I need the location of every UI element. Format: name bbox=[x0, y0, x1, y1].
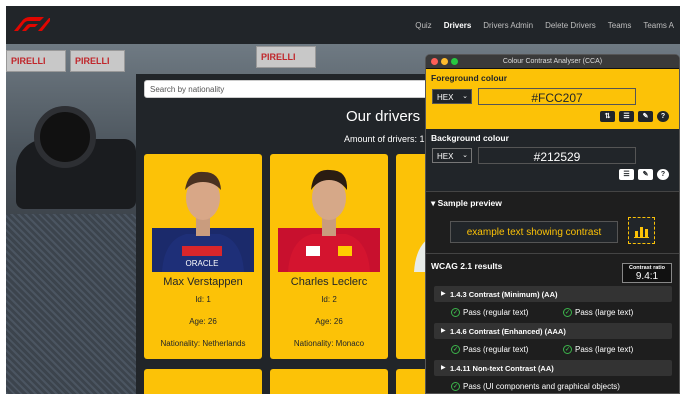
eyedropper-icon[interactable]: ✎ bbox=[638, 169, 653, 180]
browser-viewport: Quiz Drivers Drivers Admin Delete Driver… bbox=[6, 6, 680, 394]
pass-result: ✓ Pass (large text) bbox=[563, 345, 634, 355]
driver-card[interactable] bbox=[144, 369, 262, 394]
nav-teams[interactable]: Teams bbox=[602, 21, 638, 30]
pirelli-banner: PIRELLI bbox=[6, 50, 66, 72]
foreground-hex-input[interactable]: #FCC207 bbox=[478, 88, 636, 105]
navbar: Quiz Drivers Drivers Admin Delete Driver… bbox=[6, 6, 680, 44]
criterion-toggle[interactable]: ▶ 1.4.11 Non-text Contrast (AA) bbox=[434, 360, 672, 376]
window-title: Colour Contrast Analyser (CCA) bbox=[502, 58, 603, 65]
swap-colours-icon[interactable]: ⇅ bbox=[600, 111, 615, 122]
nav-teams-admin[interactable]: Teams A bbox=[637, 21, 680, 30]
driver-card[interactable]: Charles Leclerc Id: 2 Age: 26 Nationalit… bbox=[270, 154, 388, 359]
nav-links: Quiz Drivers Drivers Admin Delete Driver… bbox=[409, 6, 680, 44]
triangle-right-icon: ▶ bbox=[441, 365, 446, 371]
foreground-format-select[interactable]: HEX ⌄ bbox=[432, 89, 472, 104]
pass-result: ✓ Pass (UI components and graphical objec… bbox=[451, 382, 620, 392]
driver-nationality: Nationality: Monaco bbox=[293, 339, 365, 348]
contrast-ratio-value: 9.4:1 bbox=[635, 271, 659, 282]
criterion-toggle[interactable]: ▶ 1.4.3 Contrast (Minimum) (AA) bbox=[434, 286, 672, 302]
driver-photo: ORACLE bbox=[152, 171, 254, 272]
driver-name: Max Verstappen bbox=[163, 276, 243, 288]
pass-result: ✓ Pass (regular text) bbox=[451, 308, 529, 318]
format-value: HEX bbox=[437, 152, 454, 161]
pirelli-banner: PIRELLI bbox=[256, 46, 316, 68]
driver-card[interactable]: ORACLE Max Verstappen Id: 1 Age: 26 Nati… bbox=[144, 154, 262, 359]
sliders-icon[interactable]: ☰ bbox=[619, 111, 634, 122]
drivers-count: Amount of drivers: 1 bbox=[344, 134, 425, 144]
nav-drivers[interactable]: Drivers bbox=[438, 21, 478, 30]
sample-preview-label: Sample preview bbox=[437, 198, 502, 208]
triangle-right-icon: ▶ bbox=[441, 291, 446, 297]
driver-id: Id: 2 bbox=[321, 295, 337, 304]
search-input[interactable]: Search by nationality bbox=[144, 80, 444, 98]
window-titlebar[interactable]: Colour Contrast Analyser (CCA) bbox=[426, 55, 679, 69]
eyedropper-icon[interactable]: ✎ bbox=[638, 111, 653, 122]
driver-age: Age: 26 bbox=[189, 317, 217, 326]
criterion-title: 1.4.6 Contrast (Enhanced) (AAA) bbox=[450, 327, 566, 336]
sample-preview-toggle[interactable]: ▾ Sample preview bbox=[431, 198, 502, 209]
chart-preview-icon[interactable] bbox=[628, 217, 655, 244]
pass-result: ✓ Pass (large text) bbox=[563, 308, 634, 318]
check-circle-icon: ✓ bbox=[451, 308, 460, 318]
nav-delete-drivers[interactable]: Delete Drivers bbox=[539, 21, 602, 30]
driver-card[interactable] bbox=[270, 369, 388, 394]
check-circle-icon: ✓ bbox=[563, 308, 572, 318]
criterion-toggle[interactable]: ▶ 1.4.6 Contrast (Enhanced) (AAA) bbox=[434, 323, 672, 339]
triangle-right-icon: ▶ bbox=[441, 328, 446, 334]
format-value: HEX bbox=[437, 93, 454, 102]
chevron-down-icon: ⌄ bbox=[462, 93, 468, 100]
criterion-title: 1.4.11 Non-text Contrast (AA) bbox=[450, 364, 554, 373]
check-circle-icon: ✓ bbox=[451, 382, 460, 392]
driver-nationality: Nationality: Netherlands bbox=[160, 339, 246, 348]
chevron-down-icon: ⌄ bbox=[462, 152, 468, 159]
wcag-results-label: WCAG 2.1 results bbox=[431, 261, 503, 271]
foreground-label: Foreground colour bbox=[431, 73, 508, 83]
check-circle-icon: ✓ bbox=[451, 345, 460, 355]
divider bbox=[426, 191, 679, 192]
background-format-select[interactable]: HEX ⌄ bbox=[432, 148, 472, 163]
contrast-ratio-box: Contrast ratio 9.4:1 bbox=[622, 263, 672, 283]
pass-result: ✓ Pass (regular text) bbox=[451, 345, 529, 355]
nav-drivers-admin[interactable]: Drivers Admin bbox=[477, 21, 539, 30]
driver-id: Id: 1 bbox=[195, 295, 211, 304]
sliders-icon[interactable]: ☰ bbox=[619, 169, 634, 180]
check-circle-icon: ✓ bbox=[563, 345, 572, 355]
help-icon[interactable]: ? bbox=[657, 169, 669, 180]
svg-text:ORACLE: ORACLE bbox=[186, 259, 219, 268]
driver-name: Charles Leclerc bbox=[290, 276, 368, 288]
nav-quiz[interactable]: Quiz bbox=[409, 21, 437, 30]
divider bbox=[426, 253, 679, 254]
f1-logo[interactable] bbox=[14, 17, 50, 31]
background-hex-input[interactable]: #212529 bbox=[478, 147, 636, 164]
help-icon[interactable]: ? bbox=[657, 111, 669, 122]
background-section: Background colour HEX ⌄ #212529 ☰ ✎ ? bbox=[426, 129, 679, 191]
sample-preview-text: example text showing contrast bbox=[450, 221, 618, 243]
car-wheel bbox=[34, 106, 96, 168]
page-title: Our drivers bbox=[346, 108, 421, 125]
criterion-title: 1.4.3 Contrast (Minimum) (AA) bbox=[450, 290, 558, 299]
background-label: Background colour bbox=[431, 133, 509, 143]
pirelli-banner: PIRELLI bbox=[70, 50, 125, 72]
foreground-section: Foreground colour HEX ⌄ #FCC207 ⇅ ☰ ✎ ? bbox=[426, 69, 679, 129]
contrast-analyser-window: Colour Contrast Analyser (CCA) Foregroun… bbox=[425, 54, 680, 394]
search-placeholder: Search by nationality bbox=[150, 85, 225, 94]
driver-age: Age: 26 bbox=[315, 317, 343, 326]
driver-photo bbox=[278, 169, 380, 272]
